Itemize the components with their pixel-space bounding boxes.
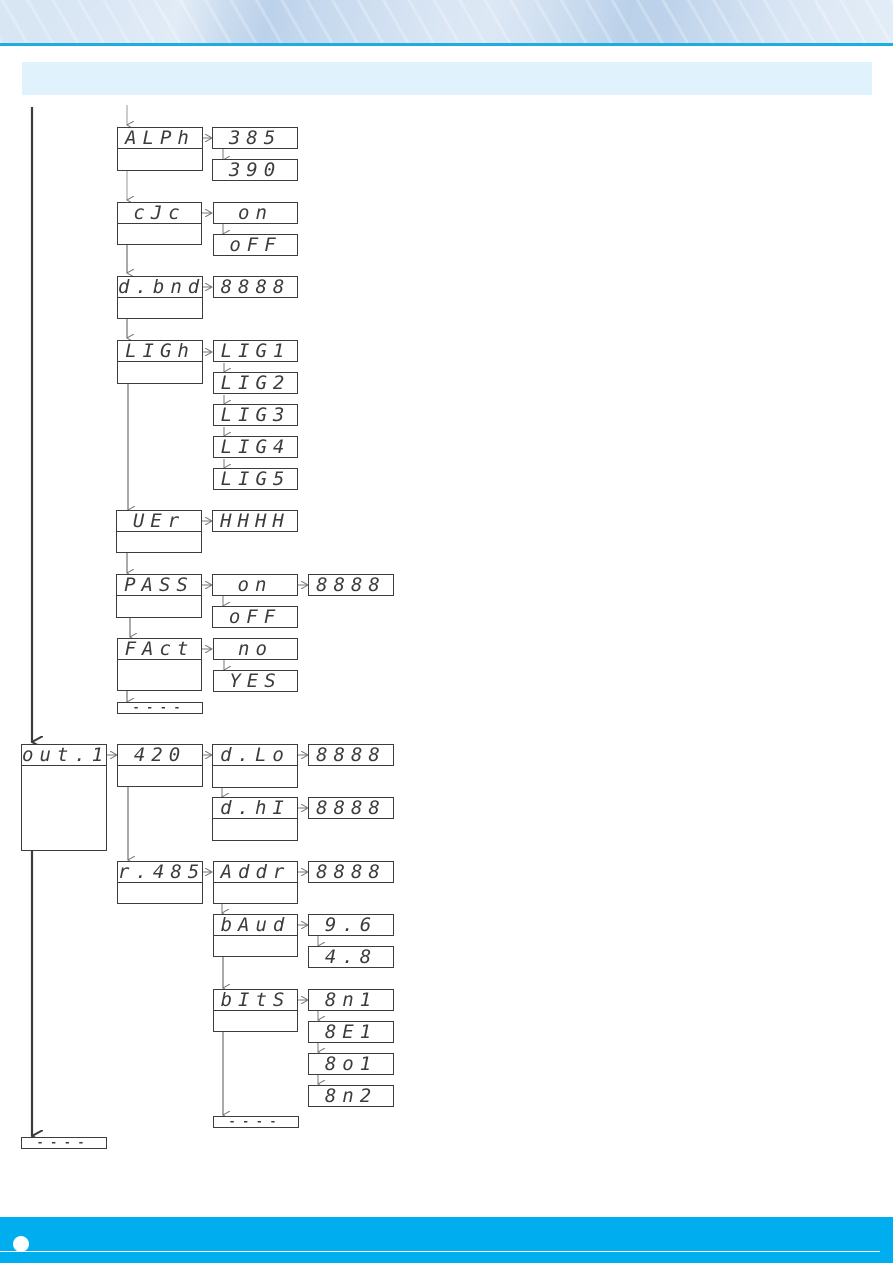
output-end-marker: ---- [21, 1137, 107, 1149]
menu-code: out.1 [21, 744, 110, 766]
setup-end-marker: ---- [117, 702, 203, 714]
menu-item-pass[interactable]: PASS [116, 574, 202, 618]
option-value[interactable]: 8o1 [308, 1053, 394, 1075]
menu-item-cjc[interactable]: cJc [117, 202, 202, 245]
option-value[interactable]: no [213, 638, 298, 660]
option-value[interactable]: 8888 [308, 861, 394, 883]
menu-item-dbnd[interactable]: d.bnd [117, 276, 203, 319]
menu-item-bits[interactable]: bItS [213, 989, 298, 1032]
menu-code: FAct [117, 638, 202, 660]
menu-item-addr[interactable]: Addr [213, 861, 298, 904]
menu-item-baud[interactable]: bAud [213, 914, 298, 957]
option-value[interactable]: LIG5 [213, 468, 298, 490]
menu-item-ligh[interactable]: LIGh [117, 340, 203, 384]
menu-code: d.Lo [212, 744, 298, 766]
option-value[interactable]: 8888 [308, 797, 394, 819]
option-value[interactable]: oFF [212, 606, 298, 628]
option-value[interactable]: 9.6 [308, 914, 394, 936]
menu-item-dhi[interactable]: d.hI [212, 797, 298, 841]
menu-item-alph[interactable]: ALPh [117, 127, 203, 171]
flow-connectors [30, 105, 893, 1263]
option-value[interactable]: LIG2 [213, 372, 298, 394]
option-value[interactable]: 8n2 [308, 1085, 394, 1107]
menu-code: bItS [213, 989, 298, 1011]
option-value[interactable]: 390 [212, 159, 298, 181]
option-value[interactable]: 8n1 [308, 989, 394, 1011]
r485-end-marker: ---- [213, 1116, 299, 1128]
menu-code: d.bnd [117, 276, 206, 298]
menu-item-out1[interactable]: out.1 [21, 744, 107, 851]
menu-code: UEr [116, 510, 202, 532]
option-value[interactable]: LIG1 [213, 340, 298, 362]
option-value[interactable]: on [213, 202, 298, 224]
menu-code: r.485 [117, 861, 206, 883]
option-value[interactable]: on [212, 574, 298, 596]
menu-code: ALPh [117, 127, 203, 149]
option-value[interactable]: YES [213, 670, 298, 692]
menu-code: LIGh [117, 340, 203, 362]
menu-item-dlo[interactable]: d.Lo [212, 744, 298, 788]
option-value[interactable]: LIG3 [213, 404, 298, 426]
menu-code: Addr [213, 861, 298, 883]
option-value[interactable]: LIG4 [213, 436, 298, 458]
footer-divider [0, 1251, 880, 1252]
option-value[interactable]: 8888 [213, 276, 298, 298]
option-value[interactable]: 8888 [308, 744, 394, 766]
menu-item-420[interactable]: 420 [117, 744, 203, 787]
option-value[interactable]: HHHH [212, 510, 298, 532]
menu-code: bAud [213, 914, 298, 936]
menu-code: PASS [116, 574, 202, 596]
menu-code: cJc [117, 202, 202, 224]
menu-item-r485[interactable]: r.485 [117, 861, 203, 904]
option-value[interactable]: 4.8 [308, 946, 394, 968]
option-value[interactable]: 385 [212, 127, 298, 149]
menu-item-ver[interactable]: UEr [116, 510, 202, 553]
footer-bar [0, 1217, 893, 1263]
menu-code: 420 [117, 744, 203, 766]
page-dot-icon [13, 1236, 29, 1252]
password-value[interactable]: 8888 [308, 574, 394, 596]
menu-code: d.hI [212, 797, 298, 819]
menu-item-fact[interactable]: FAct [117, 638, 202, 691]
option-value[interactable]: 8E1 [308, 1021, 394, 1043]
option-value[interactable]: oFF [213, 234, 298, 256]
